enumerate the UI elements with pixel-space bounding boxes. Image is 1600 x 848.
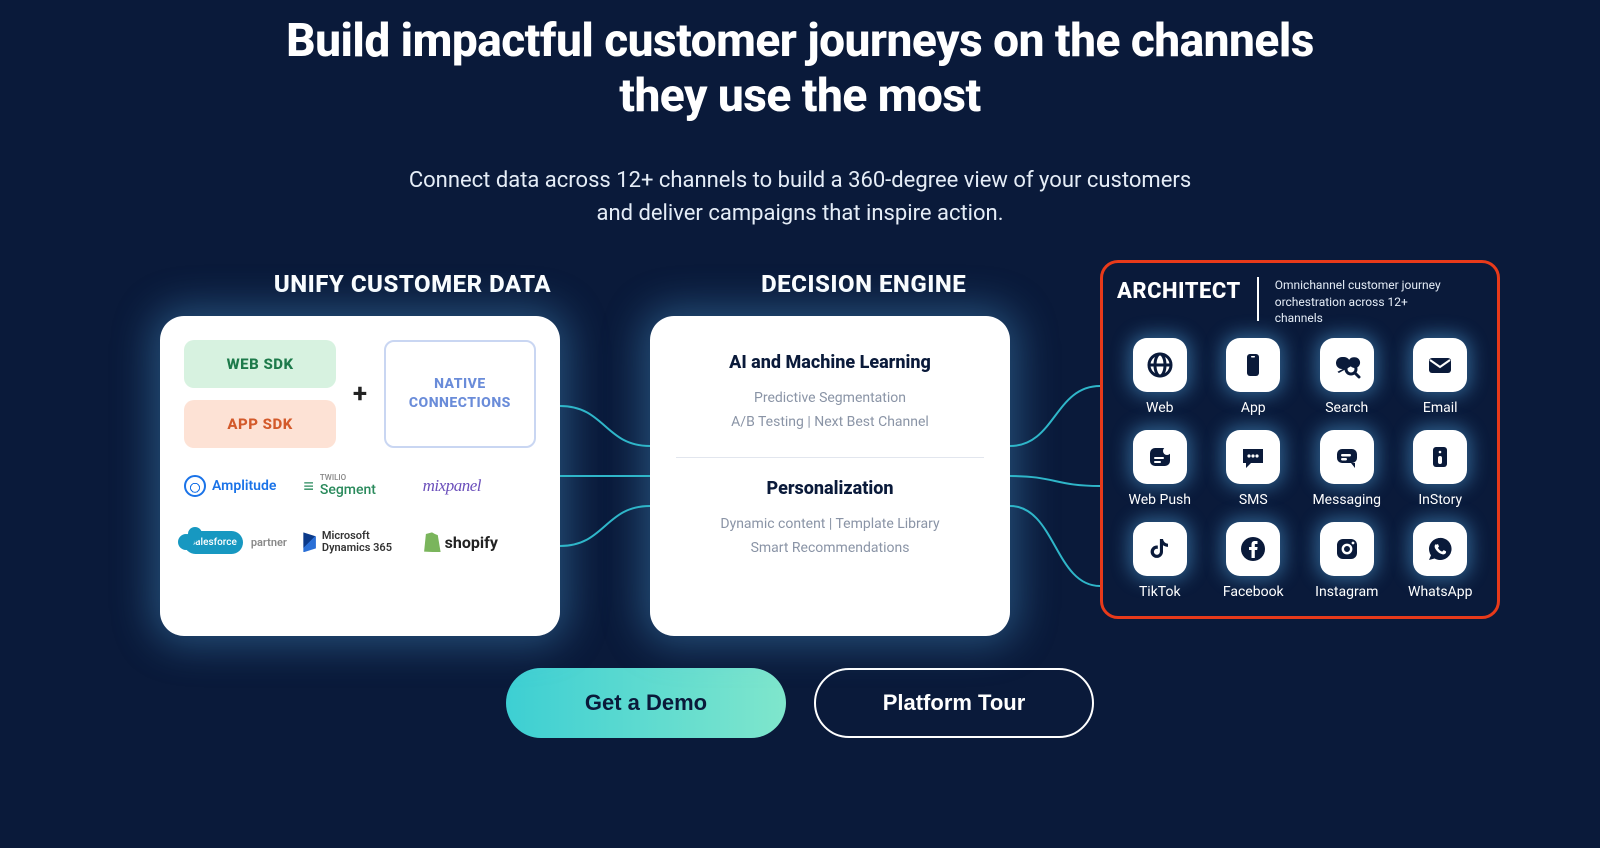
engine-h2: Personalization (676, 478, 984, 499)
hero-title: Build impactful customer journeys on the… (250, 0, 1350, 124)
channel-instory: InStory (1398, 430, 1484, 508)
unify-card: WEB SDK APP SDK + NATIVE CONNECTIONS Amp… (160, 316, 560, 636)
connector-left (560, 316, 650, 636)
channel-instagram: Instagram (1304, 522, 1390, 600)
engine-p2: A/B Testing | Next Best Channel (676, 411, 984, 435)
channel-label: WhatsApp (1408, 584, 1472, 600)
globe-icon (1133, 338, 1187, 392)
channel-whatsapp: WhatsApp (1398, 522, 1484, 600)
architect-divider (1257, 277, 1259, 321)
channel-label: SMS (1239, 492, 1268, 508)
channel-label: Facebook (1223, 584, 1284, 600)
channel-search: Search (1304, 338, 1390, 416)
facebook-icon (1226, 522, 1280, 576)
channel-sms: SMS (1211, 430, 1297, 508)
plus-icon: + (350, 379, 370, 409)
channel-facebook: Facebook (1211, 522, 1297, 600)
push-icon (1133, 430, 1187, 484)
messaging-icon (1320, 430, 1374, 484)
native-connections-box: NATIVE CONNECTIONS (384, 340, 536, 448)
whatsapp-icon (1413, 522, 1467, 576)
amplitude-logo: Amplitude (184, 472, 297, 500)
architect-panel: ARCHITECT Omnichannel customer journey o… (1100, 260, 1500, 619)
architect-subtitle: Omnichannel customer journey orchestrati… (1275, 277, 1445, 326)
architect-title: ARCHITECT (1117, 277, 1241, 304)
segment-small: TWILIO (320, 474, 376, 482)
channel-messaging: Messaging (1304, 430, 1390, 508)
engine-heading: DECISION ENGINE (761, 270, 966, 298)
segment-text: Segment (320, 482, 376, 498)
platform-tour-button[interactable]: Platform Tour (814, 668, 1094, 738)
app-sdk-pill: APP SDK (184, 400, 336, 448)
channel-label: Web (1146, 400, 1174, 416)
unify-heading: UNIFY CUSTOMER DATA (274, 270, 551, 298)
get-demo-button[interactable]: Get a Demo (506, 668, 786, 738)
channel-tiktok: TikTok (1117, 522, 1203, 600)
channel-label: Web Push (1129, 492, 1191, 508)
shopify-logo: shopify (423, 528, 536, 556)
salesforce-partner: partner (251, 536, 287, 549)
hero-subtitle: Connect data across 12+ channels to buil… (390, 164, 1210, 230)
salesforce-logo: salesforce partner (184, 528, 297, 556)
tiktok-icon (1133, 522, 1187, 576)
phone-icon (1226, 338, 1280, 392)
channel-web-push: Web Push (1117, 430, 1203, 508)
channel-web: Web (1117, 338, 1203, 416)
channel-email: Email (1398, 338, 1484, 416)
engine-p1: Predictive Segmentation (676, 387, 984, 411)
channel-label: Email (1423, 400, 1458, 416)
channel-label: Messaging (1312, 492, 1381, 508)
mail-icon (1413, 338, 1467, 392)
channel-label: App (1241, 400, 1266, 416)
segment-logo: TWILIO Segment (303, 472, 416, 500)
engine-p3: Dynamic content | Template Library (676, 513, 984, 537)
engine-p4: Smart Recommendations (676, 537, 984, 561)
search-icon (1320, 338, 1374, 392)
instory-icon (1413, 430, 1467, 484)
sms-icon (1226, 430, 1280, 484)
channel-label: Instagram (1315, 584, 1378, 600)
channel-grid: Web App Search Email Web Push SMS Messaging InS… (1117, 338, 1483, 600)
channel-label: TikTok (1139, 584, 1181, 600)
channel-label: Search (1325, 400, 1368, 416)
connector-right (1010, 316, 1100, 636)
salesforce-cloud: salesforce (184, 531, 243, 554)
mixpanel-logo: mixpanel (423, 472, 536, 500)
engine-divider (676, 457, 984, 458)
dynamics-logo: Microsoft Dynamics 365 (303, 528, 416, 556)
web-sdk-pill: WEB SDK (184, 340, 336, 388)
channel-app: App (1211, 338, 1297, 416)
engine-card: AI and Machine Learning Predictive Segme… (650, 316, 1010, 636)
channel-label: InStory (1418, 492, 1462, 508)
engine-h1: AI and Machine Learning (676, 352, 984, 373)
instagram-icon (1320, 522, 1374, 576)
